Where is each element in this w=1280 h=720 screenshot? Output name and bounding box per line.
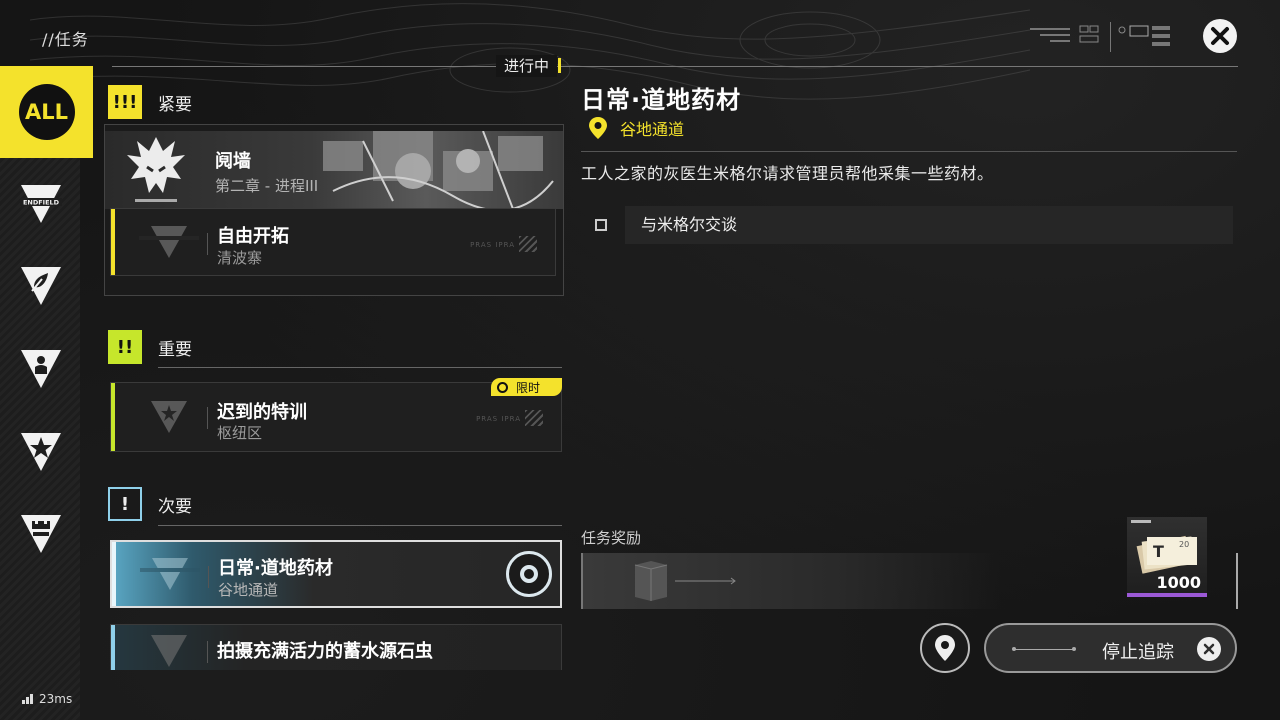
page-title: //任务 (42, 30, 89, 49)
quest-objective: 与米格尔交谈 (583, 206, 1233, 244)
endfield-emblem-icon (140, 558, 200, 590)
person-icon (21, 350, 61, 388)
card-accent-bar (111, 383, 115, 451)
currency-bundle-icon: T 20 (1136, 535, 1197, 574)
hatch-decoration (519, 236, 537, 252)
hero-subtitle: 第二章 - 进程III (215, 177, 319, 195)
card-separator (207, 233, 208, 255)
machine-artwork (323, 131, 554, 209)
important-label: 重要 (158, 339, 192, 360)
card-separator (207, 407, 208, 429)
card-accent-bar (112, 542, 116, 606)
quest-card-daily-herbs[interactable]: 日常·道地药材 谷地通道 (110, 540, 562, 608)
category-star-tab[interactable] (20, 431, 62, 473)
minor-badge: ! (108, 487, 142, 521)
network-ping: 23ms (22, 692, 72, 706)
stop-tracking-label: 停止追踪 (1102, 642, 1174, 663)
minor-label: 次要 (158, 496, 192, 517)
reward-quantity: 1000 (1156, 573, 1201, 592)
endfield-icon: ENDFIELD (20, 185, 62, 223)
svg-text:20: 20 (1179, 540, 1189, 549)
quest-card-photo-worm[interactable]: 拍摄充满活力的蓄水源石虫 (110, 624, 562, 670)
reward-strip (581, 553, 1001, 609)
map-location-button[interactable] (920, 623, 970, 673)
quest-title: 自由开拓 (217, 226, 289, 247)
location-pin-icon (589, 117, 607, 139)
objective-text: 与米格尔交谈 (641, 215, 738, 234)
quest-title: 日常·道地药材 (218, 558, 333, 579)
limited-time-label: 限时 (516, 380, 541, 395)
section-urgent-header: !!! 紧要 (108, 85, 192, 119)
reward-edge-line (1236, 553, 1238, 609)
hatch-decoration (525, 410, 543, 426)
detail-divider (581, 151, 1237, 152)
main-quest-hero[interactable]: 阋墙 第二章 - 进程III (105, 131, 563, 209)
leaf-icon (21, 267, 61, 305)
item-tag-decoration (1131, 520, 1151, 523)
quest-title: 拍摄充满活力的蓄水源石虫 (217, 641, 433, 662)
urgent-label: 紧要 (158, 94, 192, 115)
quest-title: 迟到的特训 (217, 402, 307, 423)
in-progress-tag: 进行中 (496, 55, 562, 77)
hero-title: 阋墙 (215, 151, 251, 172)
category-person-tab[interactable] (20, 348, 62, 390)
faction-crest-icon (127, 137, 185, 202)
ping-value: 23ms (39, 692, 73, 706)
objective-checkbox (595, 219, 607, 231)
category-sidebar (0, 66, 80, 720)
card-code: PRAS IPRA (476, 415, 521, 423)
quest-location-text: 谷地通道 (620, 120, 685, 139)
map-pin-icon (935, 635, 955, 661)
header-divider (112, 66, 1238, 67)
close-icon (1211, 27, 1229, 45)
target-icon (520, 565, 538, 583)
crate-icon (634, 561, 736, 601)
svg-text:T: T (1153, 542, 1164, 561)
fort-icon (21, 515, 61, 553)
all-label: ALL (18, 84, 75, 140)
important-divider (158, 367, 562, 368)
minor-divider (158, 525, 562, 526)
card-separator (208, 566, 209, 588)
important-badge: !! (108, 330, 142, 364)
reward-item-slot[interactable]: T 20 1000 (1127, 517, 1207, 597)
quest-location: 清波寨 (217, 249, 263, 267)
reward-label: 任务奖励 (581, 529, 642, 547)
card-accent-bar (111, 625, 115, 670)
category-endfield-tab[interactable]: ENDFIELD (20, 183, 62, 225)
card-separator (207, 641, 208, 663)
stop-tracking-button[interactable]: 停止追踪 (984, 623, 1237, 673)
star-emblem-icon (151, 401, 187, 433)
tracking-indicator (506, 551, 552, 597)
section-minor-header: ! 次要 (108, 487, 192, 521)
category-leaf-tab[interactable] (20, 265, 62, 307)
svg-text:ENDFIELD: ENDFIELD (23, 199, 60, 207)
card-code: PRAS IPRA (470, 241, 515, 249)
category-all-tab[interactable]: ALL (0, 66, 93, 158)
quest-description: 工人之家的灰医生米格尔请求管理员帮他采集一些药材。 (581, 164, 994, 183)
endfield-emblem-icon (139, 226, 199, 258)
quest-card-free-explore[interactable]: 自由开拓 清波寨 PRAS IPRA (110, 208, 556, 276)
close-button[interactable] (1203, 19, 1237, 53)
star-icon (21, 433, 61, 471)
category-fort-tab[interactable] (20, 513, 62, 555)
card-accent-bar (111, 209, 115, 275)
quest-location-row: 谷地通道 (588, 116, 684, 140)
limited-time-badge: 限时 (491, 378, 562, 396)
hud-decoration (1030, 22, 1170, 52)
fort-emblem-icon (151, 635, 187, 667)
clock-icon (497, 381, 508, 393)
urgent-badge: !!! (108, 85, 142, 119)
quest-location: 枢纽区 (217, 424, 263, 442)
signal-icon (22, 694, 34, 704)
quest-location: 谷地通道 (218, 581, 279, 599)
close-icon (1197, 637, 1221, 661)
quest-detail-title: 日常·道地药材 (581, 86, 742, 114)
section-important-header: !! 重要 (108, 330, 192, 364)
button-line-decoration (1012, 647, 1076, 651)
